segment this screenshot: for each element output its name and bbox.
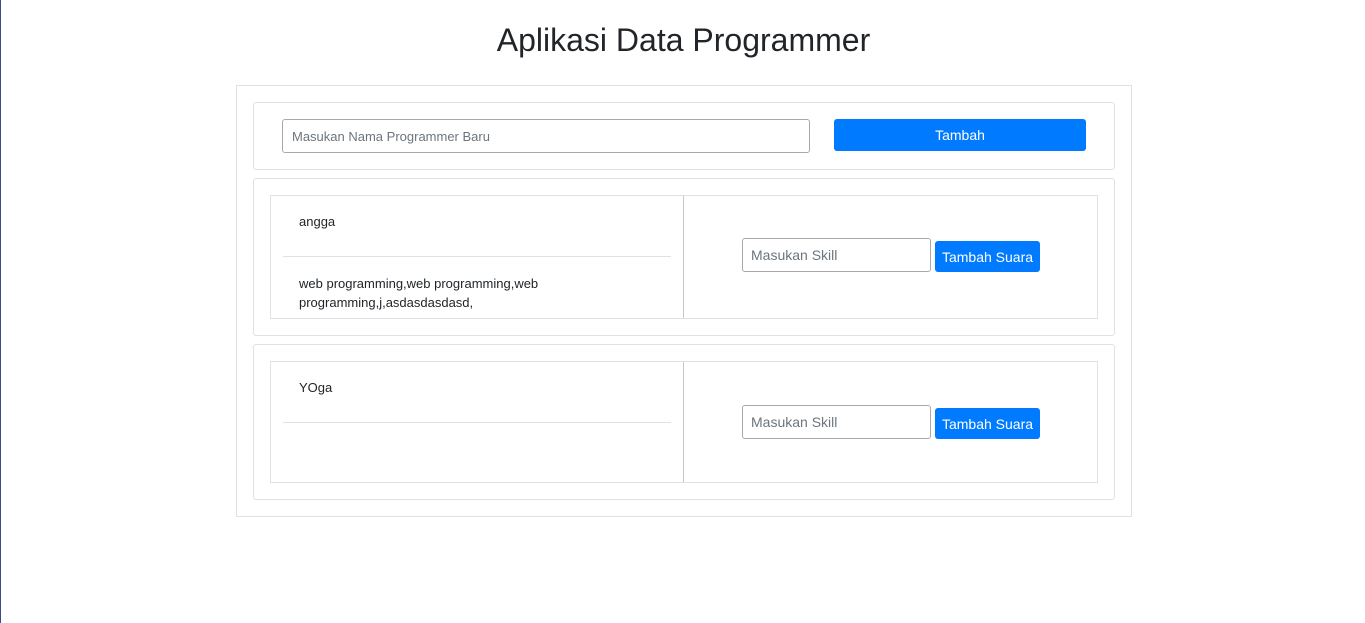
page: Aplikasi Data Programmer Tambah angga we… — [0, 0, 1365, 623]
programmer-name: angga — [299, 214, 336, 229]
programmer-card: YOga Tambah Suara — [270, 361, 1098, 483]
add-programmer-button[interactable]: Tambah — [834, 119, 1086, 151]
page-title: Aplikasi Data Programmer — [496, 22, 871, 58]
skill-input[interactable] — [742, 238, 931, 272]
programmer-card: angga web programming,web programming,we… — [270, 195, 1098, 319]
divider — [283, 256, 671, 257]
programmer-name: YOga — [299, 380, 333, 395]
programmer-info: angga web programming,web programming,we… — [271, 196, 684, 318]
add-skill-button[interactable]: Tambah Suara — [935, 241, 1040, 272]
programmer-name-input[interactable] — [282, 119, 810, 153]
programmer-panel: angga web programming,web programming,we… — [253, 178, 1115, 336]
programmer-info: YOga — [271, 362, 684, 482]
add-programmer-panel: Tambah — [253, 102, 1115, 170]
divider — [283, 422, 671, 423]
main-container: Tambah angga web programming,web program… — [236, 85, 1132, 517]
programmer-skills: web programming,web programming,web prog… — [299, 276, 539, 310]
programmer-panel: YOga Tambah Suara — [253, 344, 1115, 500]
add-skill-button[interactable]: Tambah Suara — [935, 408, 1040, 439]
skill-input[interactable] — [742, 405, 931, 439]
